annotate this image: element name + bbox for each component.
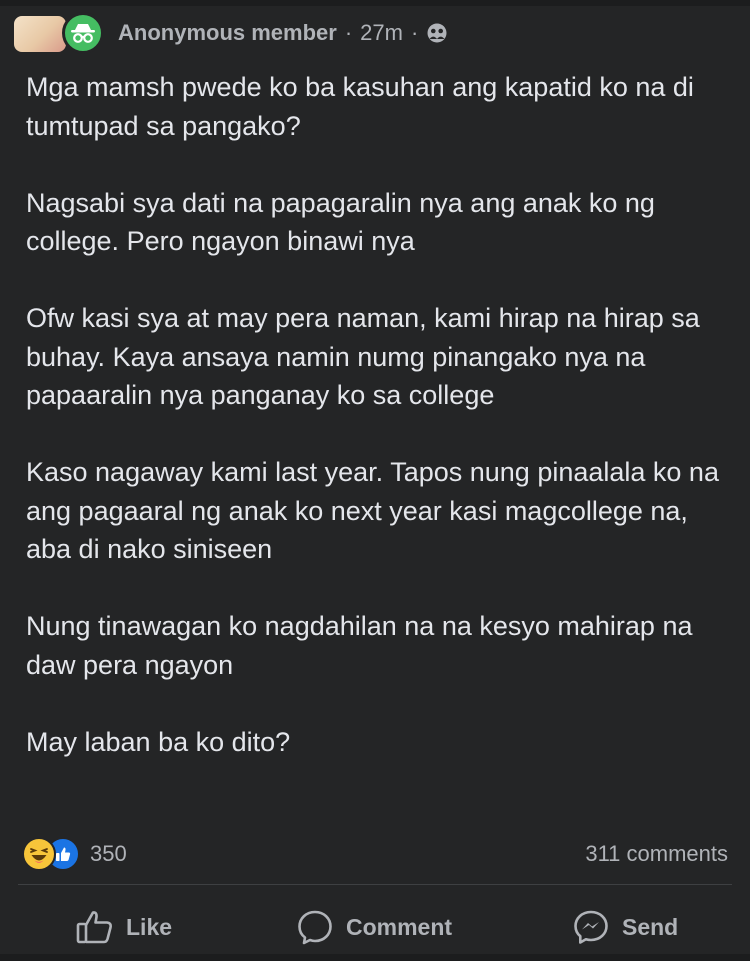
author-name[interactable]: Anonymous member [118,20,337,46]
reaction-count: 350 [90,841,127,866]
action-bar: Like Comment Send [0,900,750,954]
action-divider [18,884,732,885]
post-paragraph: Nung tinawagan ko nagdahilan na na kesyo… [26,611,693,680]
post-paragraph: Kaso nagaway kami last year. Tapos nung … [26,457,719,564]
post-time[interactable]: 27m [360,20,403,46]
post-paragraph: Mga mamsh pwede ko ba kasuhan ang kapati… [26,72,694,141]
send-label: Send [622,913,679,940]
meta-separator: · [344,20,353,45]
bottom-divider [0,954,750,961]
comment-label: Comment [346,913,453,940]
messenger-icon [572,909,610,945]
comment-button[interactable]: Comment [296,900,452,954]
group-privacy-icon [426,22,448,44]
like-button[interactable]: Like [76,900,172,954]
like-label: Like [126,913,173,940]
group-avatar[interactable] [14,16,66,52]
avatar-group[interactable] [14,12,104,56]
reactions-summary[interactable]: 350 [22,837,127,871]
post-text: Mga mamsh pwede ko ba kasuhan ang kapati… [26,68,726,800]
comment-bubble-icon [296,909,334,945]
comments-count[interactable]: 311 comments [585,841,728,867]
meta-separator-2: · [410,20,419,45]
send-button[interactable]: Send [572,900,678,954]
post-paragraph: Ofw kasi sya at may pera naman, kami hir… [26,303,700,410]
post-card: Anonymous member · 27m · Mga mamsh pwede… [0,0,750,961]
incognito-icon[interactable] [62,12,104,54]
post-paragraph: Nagsabi sya dati na papagaralin nya ang … [26,187,655,257]
thumbs-up-icon [76,909,114,945]
haha-icon [22,837,56,871]
post-paragraph: May laban ba ko dito? [26,726,291,757]
post-header: Anonymous member · 27m · [0,6,750,58]
post-meta: Anonymous member · 27m · [118,20,448,46]
